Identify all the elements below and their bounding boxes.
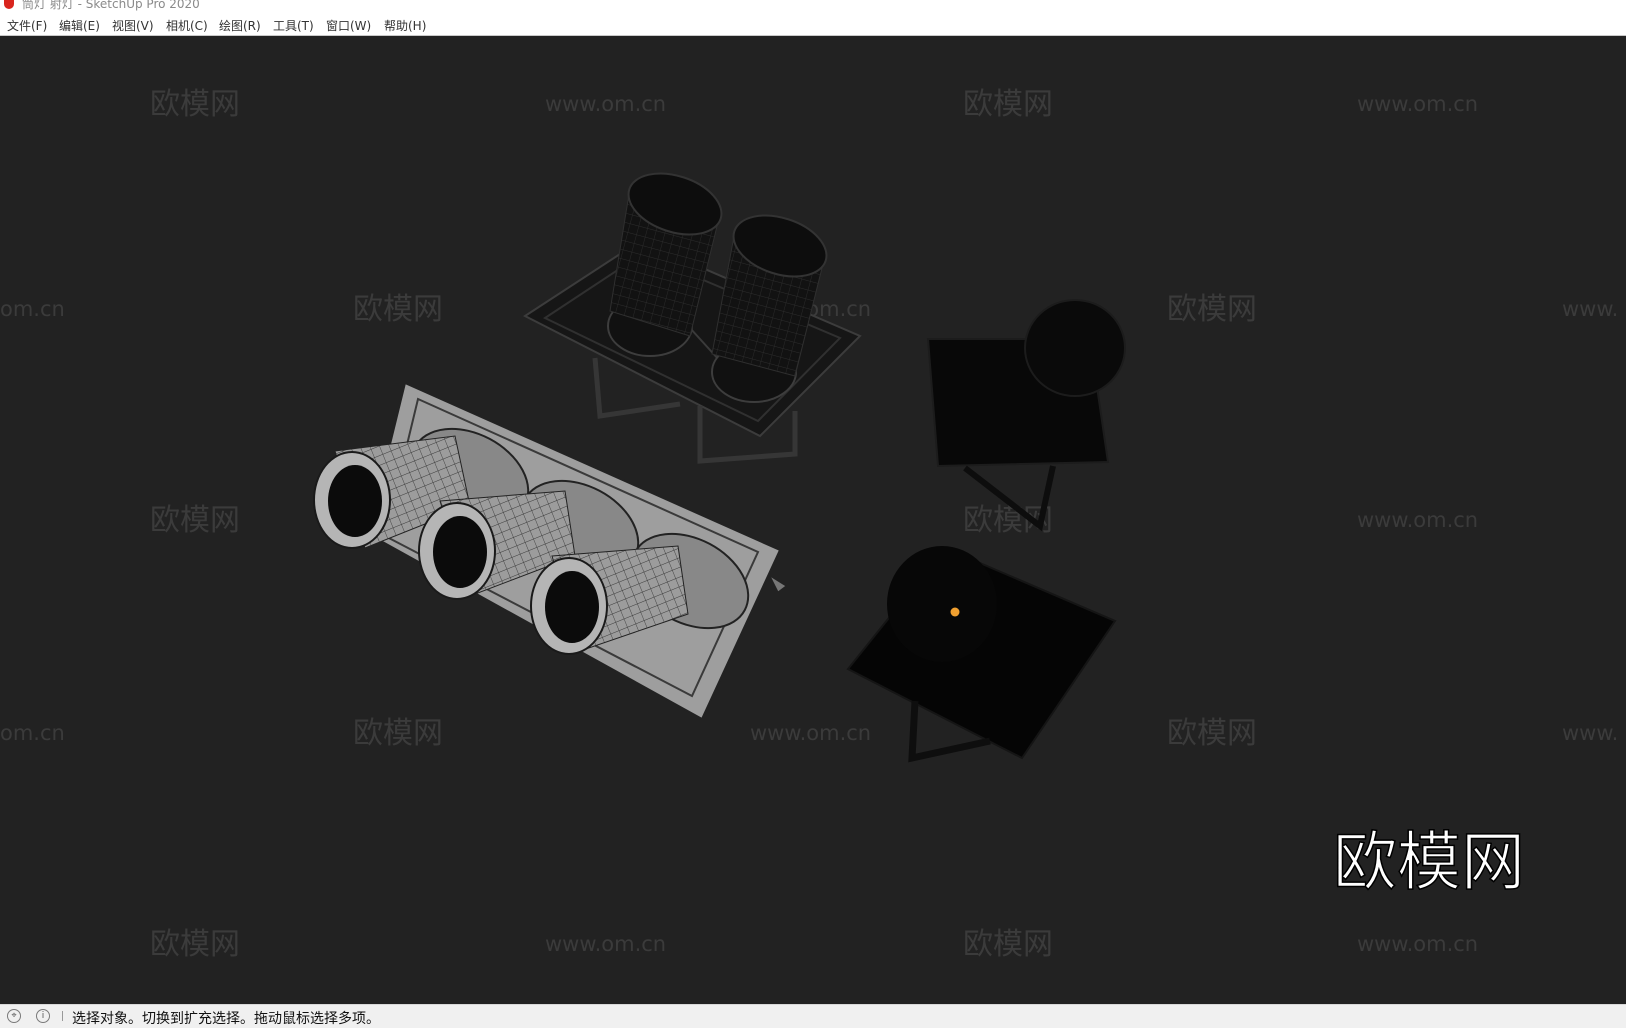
- watermark-brand: 欧模网: [150, 503, 240, 538]
- menu-file[interactable]: 文件(F): [7, 17, 47, 34]
- watermark-url: www.om.cn: [1357, 932, 1478, 956]
- status-bar: ⌖ i 选择对象。切换到扩充选择。拖动鼠标选择多项。: [0, 1004, 1626, 1028]
- watermark-brand: 欧模网: [963, 927, 1053, 962]
- window-title: 筒灯 射灯 - SketchUp Pro 2020: [22, 0, 200, 11]
- menu-draw[interactable]: 绘图(R): [219, 17, 261, 34]
- watermark-url: www.om.cn: [545, 92, 666, 116]
- watermark-url-partial: www.: [1562, 297, 1618, 321]
- status-divider: [62, 1011, 63, 1021]
- watermark-url: www.om.cn: [1357, 92, 1478, 116]
- watermark-brand: 欧模网: [1167, 292, 1257, 327]
- menu-help[interactable]: 帮助(H): [384, 17, 426, 34]
- info-icon[interactable]: i: [36, 1009, 50, 1023]
- watermark-brand: 欧模网: [963, 87, 1053, 122]
- watermark-brand: 欧模网: [150, 87, 240, 122]
- watermark-url: www.om.cn: [1357, 508, 1478, 532]
- triple-spotlight-grill-model[interactable]: [313, 381, 787, 721]
- watermark-url: www.om.cn: [750, 721, 871, 745]
- scene-canvas[interactable]: 欧模网 www.om.cn 欧模网 www.om.cn om.cn 欧模网 ww…: [0, 36, 1626, 1004]
- watermark-url: www.om.cn: [545, 932, 666, 956]
- menu-view[interactable]: 视图(V): [112, 17, 154, 34]
- watermark-url-partial: www.: [1562, 721, 1618, 745]
- watermark-brand: 欧模网: [353, 716, 443, 751]
- brand-logo: 欧模网: [1333, 826, 1525, 900]
- single-spotlight-lower-model[interactable]: [846, 546, 1117, 763]
- watermark-brand: 欧模网: [353, 292, 443, 327]
- menu-tools[interactable]: 工具(T): [273, 17, 314, 34]
- double-spotlight-dark-model[interactable]: [523, 163, 862, 464]
- menu-edit[interactable]: 编辑(E): [59, 17, 100, 34]
- status-message: 选择对象。切换到扩充选择。拖动鼠标选择多项。: [72, 1011, 380, 1027]
- title-bar: 筒灯 射灯 - SketchUp Pro 2020: [0, 0, 1626, 13]
- watermark-url-partial: om.cn: [0, 297, 65, 321]
- sketchup-logo-icon: [4, 0, 14, 9]
- watermark-url-partial: om.cn: [0, 721, 65, 745]
- cursor-dot-icon: [950, 607, 960, 617]
- menu-window[interactable]: 窗口(W): [326, 17, 371, 34]
- menu-camera[interactable]: 相机(C): [166, 17, 208, 34]
- menu-bar: 文件(F) 编辑(E) 视图(V) 相机(C) 绘图(R) 工具(T) 窗口(W…: [0, 13, 1626, 36]
- single-spotlight-upper-model[interactable]: [926, 299, 1126, 532]
- watermark-brand: 欧模网: [1167, 716, 1257, 751]
- watermark-brand: 欧模网: [150, 927, 240, 962]
- geo-location-icon[interactable]: ⌖: [7, 1009, 21, 1023]
- model-viewport[interactable]: 欧模网 www.om.cn 欧模网 www.om.cn om.cn 欧模网 ww…: [0, 36, 1626, 1004]
